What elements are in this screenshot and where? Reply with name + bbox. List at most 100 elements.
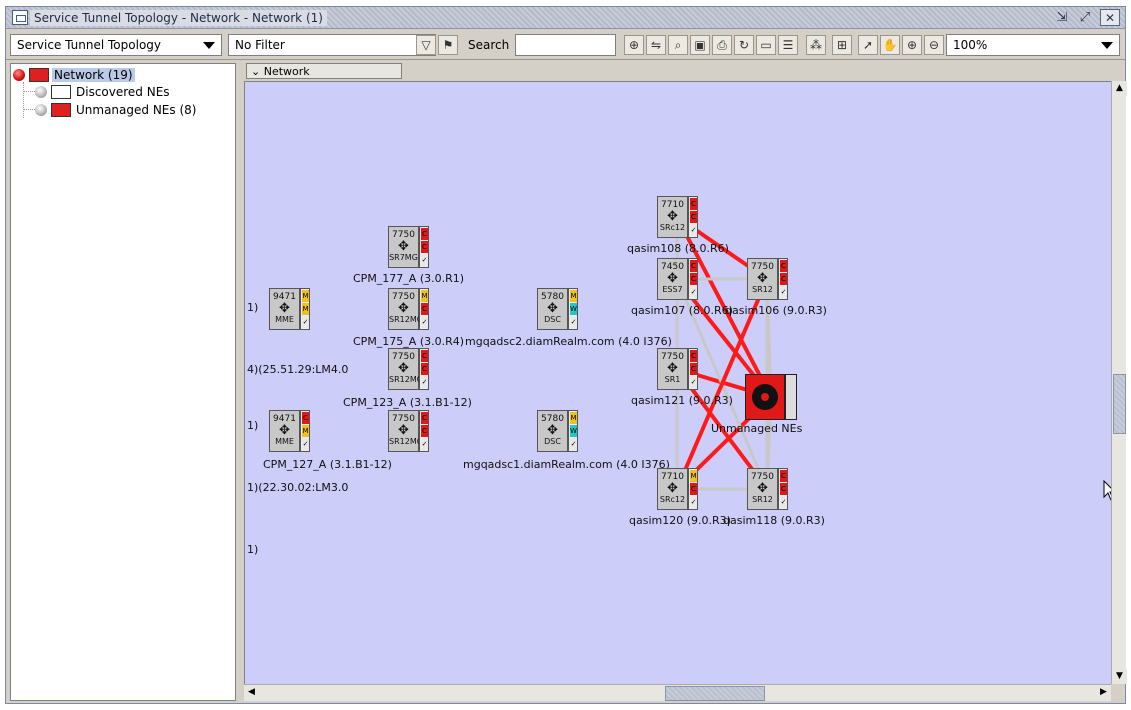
network-element-node[interactable]: 7750 ✥ SR12 C C ✓	[747, 258, 788, 300]
ne-status-indicator: C	[690, 198, 697, 210]
router-icon: ✥	[547, 301, 558, 316]
ne-label: CPM_127_A (3.1.B1-12)	[263, 458, 392, 471]
ne-type: SR12MG	[389, 315, 423, 324]
binoculars-icon[interactable]: ⌕	[668, 35, 688, 55]
ne-status-bar: M C ✓	[688, 468, 698, 510]
ne-icon: 7750 ✥ SR1	[657, 348, 688, 390]
ne-label: qasim108 (8.0.R6)	[627, 242, 729, 255]
print-icon[interactable]: ⎙	[712, 35, 732, 55]
ne-label: qasim106 (9.0.R3)	[725, 304, 827, 317]
scroll-right-icon[interactable]: ▶	[1096, 685, 1111, 700]
tree-item-label: Discovered NEs	[76, 85, 170, 99]
router-icon: ✥	[398, 301, 409, 316]
ne-status-indicator: ✓	[302, 438, 309, 450]
fit-icon[interactable]: ⊞	[832, 35, 852, 55]
network-element-node[interactable]: 7750 ✥ SR12MG M C ✓	[388, 288, 429, 330]
layout-icon[interactable]: ⇋	[646, 35, 666, 55]
zoom-out-icon[interactable]: ⊖	[924, 35, 944, 55]
unmanaged-group-icon	[51, 103, 71, 117]
ne-icon: 7750 ✥ SR12	[747, 468, 778, 510]
unmanaged-nes-group[interactable]	[745, 374, 797, 420]
network-element-node[interactable]: 7750 ✥ SR7MG C C ✓	[388, 226, 429, 268]
save-icon[interactable]: ▣	[690, 35, 710, 55]
close-icon[interactable]: ✕	[1100, 9, 1120, 26]
scroll-up-icon[interactable]: ▲	[1112, 81, 1127, 96]
ne-icon: 9471 ✥ MME	[269, 410, 300, 452]
scroll-down-icon[interactable]: ▼	[1112, 669, 1127, 684]
select-pointer-icon[interactable]: ➚	[858, 35, 878, 55]
ne-status-bar: C C ✓	[688, 348, 698, 390]
router-icon: ✥	[667, 209, 678, 224]
vertical-scrollbar[interactable]: ▲ ▼	[1111, 81, 1127, 684]
network-element-node[interactable]: 7450 ✥ ESS7 C C ✓	[657, 258, 698, 300]
ne-status-indicator: C	[780, 260, 787, 272]
network-element-node[interactable]: 7750 ✥ SR12MG C C ✓	[388, 410, 429, 452]
ne-status-bar: C C ✓	[419, 348, 429, 390]
network-element-node[interactable]: 7710 ✥ SRc12 C C ✓	[657, 196, 698, 238]
ne-label: CPM_175_A (3.0.R4)	[353, 335, 465, 348]
ne-status-bar: C C ✓	[778, 258, 788, 300]
ne-status-bar: M W ✓	[568, 410, 578, 452]
breadcrumb[interactable]: ⌄ Network	[246, 63, 402, 79]
window-icon[interactable]: ▭	[756, 35, 776, 55]
network-element-node[interactable]: 7750 ✥ SR12MG C C ✓	[388, 348, 429, 390]
undock-icon[interactable]: ⇲	[1052, 9, 1072, 26]
ne-type: SR12MG	[389, 375, 423, 384]
ne-label: CPM_123_A (3.1.B1-12)	[343, 396, 472, 409]
ne-status-indicator: ✓	[302, 316, 309, 328]
ne-label: mgqadsc2.diamRealm.com (4.0 I376)	[465, 335, 672, 348]
ne-status-indicator: ✓	[690, 224, 697, 236]
tree-item-network[interactable]: Network (19)	[13, 66, 135, 84]
vertical-scroll-thumb[interactable]	[1113, 374, 1126, 434]
breadcrumb-chevron-icon: ⌄	[251, 65, 261, 78]
view-select[interactable]: Service Tunnel Topology	[10, 34, 222, 56]
topology-canvas[interactable]: 1) 4)(25.51.29:LM4.0 1) 1)(22.30.02:LM3.…	[244, 81, 1111, 684]
network-element-node[interactable]: 5780 ✥ DSC M W ✓	[537, 288, 578, 330]
network-element-node[interactable]: 9471 ✥ MME C M ✓	[269, 410, 310, 452]
ne-type: MME	[275, 315, 294, 324]
ne-type: SR12	[752, 495, 773, 504]
mouse-cursor-icon	[1103, 479, 1111, 505]
router-icon: ✥	[757, 271, 768, 286]
ne-label: qasim107 (8.0.R6)	[631, 304, 733, 317]
network-element-node[interactable]: 5780 ✥ DSC M W ✓	[537, 410, 578, 452]
network-element-node[interactable]: 9471 ✥ MME M M ✓	[269, 288, 310, 330]
ne-status-indicator: M	[690, 470, 697, 482]
ne-status-indicator: C	[421, 241, 428, 253]
zoom-select[interactable]: 100%	[946, 34, 1120, 56]
ne-icon: 5780 ✥ DSC	[537, 288, 568, 330]
filter-edit-icon[interactable]: ⚑	[438, 35, 458, 55]
network-element-node[interactable]: 7750 ✥ SR12 C C ✓	[747, 468, 788, 510]
horizontal-scroll-thumb[interactable]	[665, 686, 765, 701]
ne-icon: 7750 ✥ SR12	[747, 258, 778, 300]
scroll-left-icon[interactable]: ◀	[244, 685, 259, 700]
ne-type: DSC	[544, 437, 561, 446]
pan-hand-icon[interactable]: ✋	[880, 35, 900, 55]
find-icon[interactable]: ⊕	[624, 35, 644, 55]
filter-icon[interactable]: ▽	[416, 35, 436, 55]
maximize-icon[interactable]: ⤢	[1075, 9, 1095, 26]
title-bar[interactable]: Service Tunnel Topology - Network - Netw…	[6, 7, 1125, 29]
ne-status-bar: M C ✓	[419, 288, 429, 330]
edge-label: 1)	[247, 419, 259, 432]
refresh-icon[interactable]: ↻	[734, 35, 754, 55]
list-icon[interactable]: ☰	[778, 35, 798, 55]
filter-select[interactable]: No Filter	[228, 34, 436, 56]
tree-item-discovered-nes[interactable]: Discovered NEs	[35, 83, 172, 101]
network-element-node[interactable]: 7750 ✥ SR1 C C ✓	[657, 348, 698, 390]
edge-label: 1)	[247, 543, 259, 556]
zoom-in-icon[interactable]: ⊕	[902, 35, 922, 55]
breadcrumb-label: Network	[263, 65, 310, 78]
horizontal-scrollbar[interactable]: ◀ ▶	[244, 684, 1111, 701]
arrange-icon[interactable]: ⁂	[806, 35, 826, 55]
ne-type: MME	[275, 437, 294, 446]
ne-label: qasim118 (9.0.R3)	[723, 514, 825, 527]
tree-item-unmanaged-nes[interactable]: Unmanaged NEs (8)	[35, 101, 198, 119]
navigation-tree: Network (19) Discovered NEs Unmanaged NE…	[10, 63, 236, 701]
search-input[interactable]	[515, 34, 616, 56]
edge-label: 4)(25.51.29:LM4.0	[247, 363, 349, 376]
ne-status-indicator: C	[421, 412, 428, 424]
network-element-node[interactable]: 7710 ✥ SRc12 M C ✓	[657, 468, 698, 510]
ne-icon: 7710 ✥ SRc12	[657, 196, 688, 238]
ne-status-bar: C C ✓	[778, 468, 788, 510]
